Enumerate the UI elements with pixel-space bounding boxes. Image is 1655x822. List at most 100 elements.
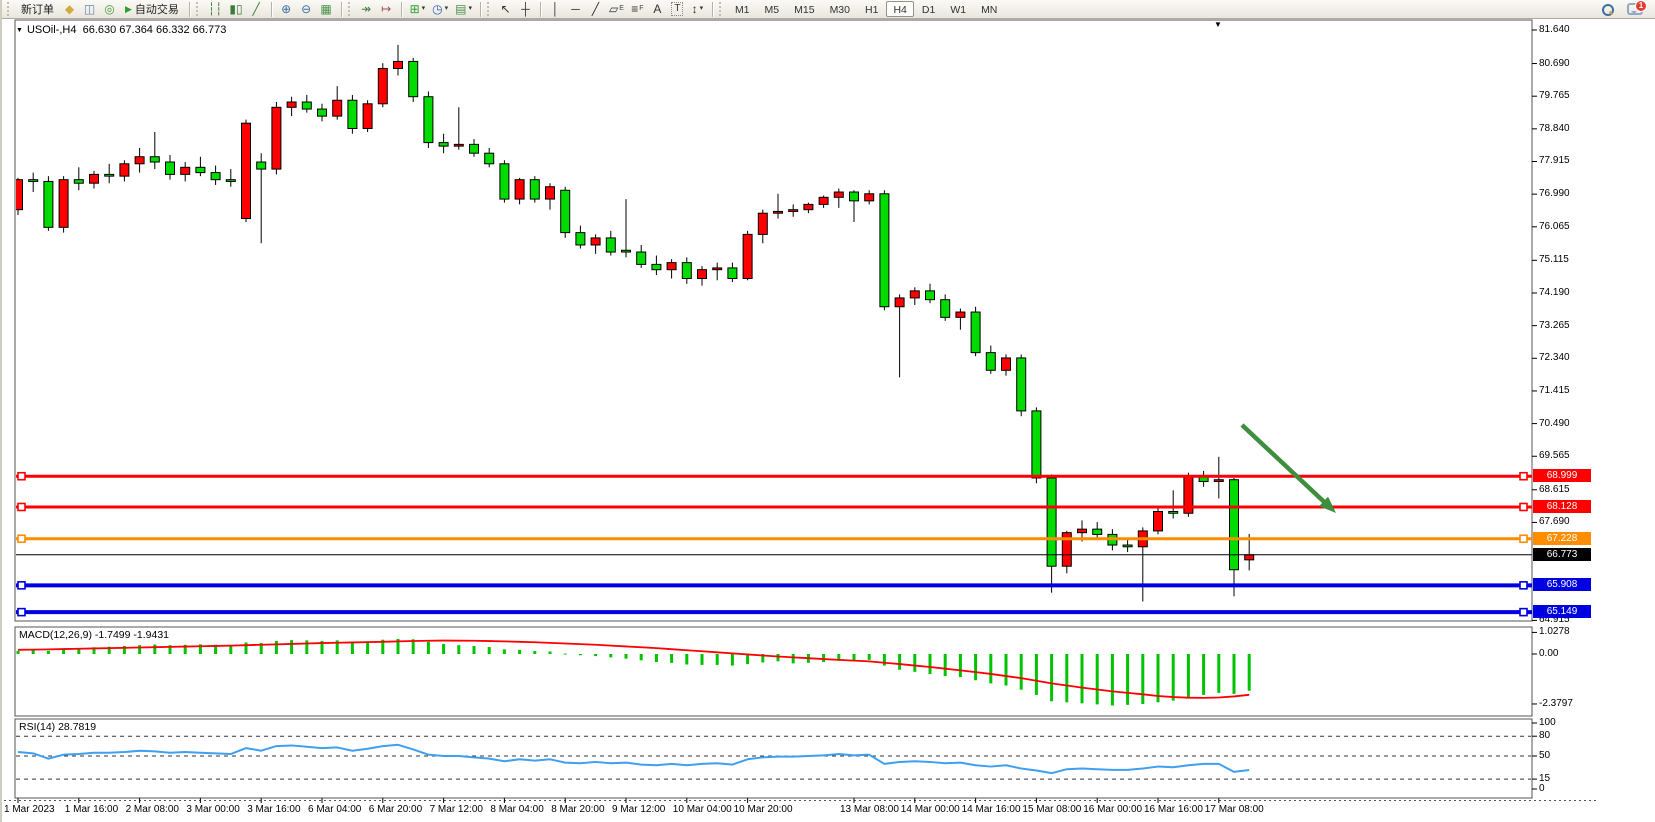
time-axis-label[interactable]: 16 Mar 00:00 <box>1083 804 1142 815</box>
zoom-out-icon[interactable]: ⊖ <box>297 1 316 18</box>
macd-axis-label[interactable]: 1.0278 <box>1539 626 1570 637</box>
chart-canvas[interactable] <box>2 0 1655 822</box>
fibonacci-icon[interactable]: ≡F <box>628 1 647 18</box>
price-axis-label[interactable]: 73.265 <box>1539 320 1570 331</box>
macd-axis-label[interactable]: 0.00 <box>1539 648 1558 659</box>
chart-shift-icon[interactable]: ↦ <box>377 1 396 18</box>
crosshair-icon[interactable]: ┼ <box>516 1 535 18</box>
price-axis-label[interactable]: 76.065 <box>1539 221 1570 232</box>
time-axis-label[interactable]: 2 Mar 08:00 <box>126 804 179 815</box>
rsi-axis-label[interactable]: 0 <box>1539 783 1545 794</box>
hline-handle[interactable] <box>18 473 25 480</box>
hline-object-65.149[interactable] <box>16 609 1532 616</box>
hline-handle[interactable] <box>18 609 25 616</box>
tile-windows-icon[interactable]: ▦ <box>317 1 336 18</box>
time-axis-label[interactable]: 3 Mar 00:00 <box>186 804 239 815</box>
hline-object-67.228[interactable] <box>16 535 1532 542</box>
line-chart-icon[interactable]: ╱ <box>247 1 266 18</box>
vertical-line-icon[interactable]: │ <box>546 1 565 18</box>
timeframe-button-d1[interactable]: D1 <box>915 1 942 17</box>
autotrade-button[interactable]: ▶自动交易 <box>120 1 184 18</box>
time-axis-label[interactable]: 8 Mar 04:00 <box>490 804 543 815</box>
candle-body <box>1123 545 1132 547</box>
time-axis-label[interactable]: 14 Mar 00:00 <box>901 804 960 815</box>
time-axis-label[interactable]: 9 Mar 12:00 <box>612 804 665 815</box>
trendline-icon[interactable]: ╱ <box>586 1 605 18</box>
time-axis-label[interactable]: 1 Mar 2023 <box>4 804 55 815</box>
price-axis-label[interactable]: 68.615 <box>1539 484 1570 495</box>
timeframe-button-mn[interactable]: MN <box>974 1 1004 17</box>
chat-notification-icon[interactable]: 1 <box>1627 3 1643 15</box>
time-axis-label[interactable]: 3 Mar 16:00 <box>247 804 300 815</box>
rsi-axis-label[interactable]: 50 <box>1539 750 1550 761</box>
search-icon[interactable] <box>1602 4 1613 15</box>
macd-axis-label[interactable]: -2.3797 <box>1539 698 1573 709</box>
timeframe-button-m15[interactable]: M15 <box>787 1 821 17</box>
time-axis-label[interactable]: 7 Mar 12:00 <box>430 804 483 815</box>
hline-handle[interactable] <box>1520 473 1527 480</box>
hline-handle[interactable] <box>1520 535 1527 542</box>
zoom-in-icon[interactable]: ⊕ <box>277 1 296 18</box>
new-chart-icon[interactable]: ◆ <box>60 1 79 18</box>
price-axis-label[interactable]: 78.840 <box>1539 123 1570 134</box>
timeframe-button-w1[interactable]: W1 <box>943 1 973 17</box>
text-label-icon[interactable]: T <box>668 1 687 18</box>
cursor-icon[interactable]: ↖ <box>496 1 515 18</box>
time-axis-label[interactable]: 15 Mar 08:00 <box>1022 804 1081 815</box>
price-axis-label[interactable]: 67.690 <box>1539 516 1570 527</box>
hline-object-65.908[interactable] <box>16 582 1532 589</box>
price-axis-label[interactable]: 72.340 <box>1539 352 1570 363</box>
indicators-icon[interactable]: ⊞▾ <box>407 1 429 18</box>
auto-scroll-icon[interactable]: ↠ <box>357 1 376 18</box>
bar-chart-icon[interactable]: ┆┆ <box>205 1 225 18</box>
templates-icon[interactable]: ▤▾ <box>452 1 475 18</box>
time-axis-label[interactable]: 14 Mar 16:00 <box>962 804 1021 815</box>
timeframe-button-m1[interactable]: M1 <box>728 1 757 17</box>
channel-icon[interactable]: ▱E <box>606 1 627 18</box>
time-axis-label[interactable]: 13 Mar 08:00 <box>840 804 899 815</box>
hline-handle[interactable] <box>18 535 25 542</box>
timeframe-button-h4[interactable]: H4 <box>886 1 913 17</box>
price-axis-label[interactable]: 70.490 <box>1539 418 1570 429</box>
price-axis-label[interactable]: 69.565 <box>1539 450 1570 461</box>
rsi-axis-label[interactable]: 80 <box>1539 730 1550 741</box>
hline-object-68.999[interactable] <box>16 473 1532 480</box>
price-axis-label[interactable]: 71.415 <box>1539 385 1570 396</box>
price-axis-label[interactable]: 79.765 <box>1539 90 1570 101</box>
hline-handle[interactable] <box>18 503 25 510</box>
hline-handle[interactable] <box>1520 609 1527 616</box>
timeframe-button-m5[interactable]: M5 <box>758 1 787 17</box>
arrows-icon[interactable]: ↕▾ <box>688 1 707 18</box>
symbol-dropdown-icon[interactable]: ▼ <box>16 27 23 34</box>
time-axis-label[interactable]: 1 Mar 16:00 <box>65 804 118 815</box>
signals-icon[interactable]: ◎ <box>100 1 119 18</box>
time-axis-label[interactable]: 6 Mar 20:00 <box>369 804 422 815</box>
time-axis-label[interactable]: 10 Mar 04:00 <box>673 804 732 815</box>
time-axis-label[interactable]: 6 Mar 04:00 <box>308 804 361 815</box>
new-order-button[interactable]: 新订单 <box>16 1 59 18</box>
time-axis-label[interactable]: 16 Mar 16:00 <box>1144 804 1203 815</box>
hline-handle[interactable] <box>1520 503 1527 510</box>
price-axis-label[interactable]: 77.915 <box>1539 155 1570 166</box>
time-axis-label[interactable]: 10 Mar 20:00 <box>734 804 793 815</box>
price-axis-label[interactable]: 74.190 <box>1539 287 1570 298</box>
time-axis-label[interactable]: 17 Mar 08:00 <box>1205 804 1264 815</box>
hline-handle[interactable] <box>1520 582 1527 589</box>
chart-shift-marker-icon[interactable]: ▼ <box>1214 20 1222 29</box>
candlestick-chart-icon[interactable]: ▮▯ <box>226 1 245 18</box>
market-watch-icon[interactable]: ◫ <box>80 1 99 18</box>
timeframe-button-m30[interactable]: M30 <box>823 1 857 17</box>
down-arrow-annotation[interactable] <box>1242 425 1336 513</box>
hline-handle[interactable] <box>18 582 25 589</box>
text-icon[interactable]: A <box>648 1 667 18</box>
time-axis-label[interactable]: 8 Mar 20:00 <box>551 804 604 815</box>
horizontal-line-icon[interactable]: ─ <box>566 1 585 18</box>
price-axis-label[interactable]: 81.640 <box>1539 24 1570 35</box>
price-axis-label[interactable]: 75.115 <box>1539 254 1569 265</box>
periods-icon[interactable]: ◷▾ <box>429 1 451 18</box>
price-axis-label[interactable]: 80.690 <box>1539 58 1570 69</box>
price-axis-label[interactable]: 76.990 <box>1539 188 1570 199</box>
rsi-axis-label[interactable]: 100 <box>1539 717 1556 728</box>
timeframe-button-h1[interactable]: H1 <box>858 1 885 17</box>
hline-object-68.128[interactable] <box>16 503 1532 510</box>
